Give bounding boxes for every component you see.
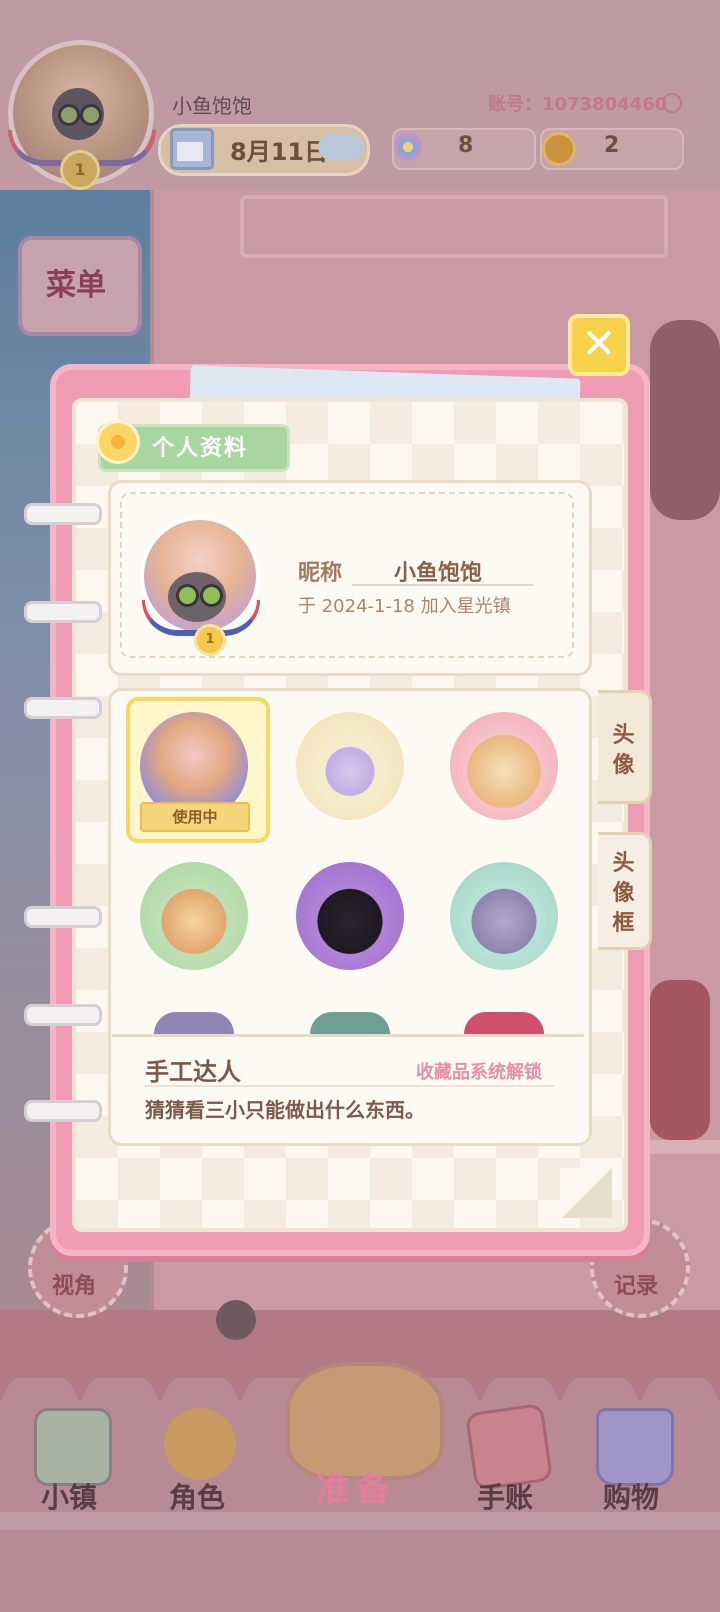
background-molding [240,195,668,258]
character-icon [164,1408,236,1480]
avatar-cell-partial[interactable] [464,1012,544,1034]
background-lantern-decoration [650,980,710,1140]
coin-currency-value: 2 [604,133,620,158]
header-nickname: 小鱼饱饱 [172,94,252,118]
binder-ring [24,601,102,623]
nav-label-character: 角色 [168,1481,225,1514]
nav-label-journal: 手账 [476,1481,533,1514]
close-button[interactable]: ✕ [568,314,630,376]
tab-avatar-frame[interactable]: 头像框 [598,832,652,950]
tab-avatar-frame-label: 头像框 [612,851,635,936]
binder-ring [24,503,102,525]
nickname-label: 昵称 [298,561,343,586]
town-map-icon [34,1408,112,1486]
tab-avatar-label: 头像 [612,723,635,778]
nickname-value[interactable]: 小鱼饱饱 [394,555,482,587]
nav-label-shop: 购物 [602,1481,659,1514]
raccoon-character[interactable] [216,1300,256,1340]
account-id: 账号：1073804460 [488,94,668,115]
avatar-eye-left [58,104,80,126]
menu-label: 菜单 [46,268,106,303]
coin-currency-icon [542,132,576,166]
binder-ring [24,1100,102,1122]
unlock-condition: 收藏品系统解锁 [416,1062,542,1083]
binder-ring [24,697,102,719]
flower-icon [96,420,140,464]
binder-ring [24,906,102,928]
beagle-lollipop-avatar-icon[interactable] [140,862,248,970]
calendar-icon [170,128,214,170]
section-title: 个人资料 [152,436,249,461]
in-use-badge: 使用中 [140,802,250,832]
grey-cat-octopus-avatar-icon[interactable] [450,862,558,970]
avatar-cell-partial[interactable] [154,1012,234,1034]
avatar-eye-right [80,104,102,126]
avatar-cell-partial[interactable] [310,1012,390,1034]
copy-account-icon[interactable] [662,93,682,113]
nav-item-town[interactable]: 小镇 [14,1400,124,1520]
page-curl-decoration [560,1168,612,1218]
shiba-dog-avatar-icon[interactable] [450,712,558,820]
description-divider [112,1034,584,1037]
join-date-text: 于 2024-1-18 加入星光镇 [298,596,511,617]
nav-label-town: 小镇 [40,1481,97,1514]
close-icon: ✕ [581,319,617,368]
nav-label-prepare: 准备 [316,1470,396,1510]
binder-ring [24,1004,102,1026]
avatar-description: 猜猜看三小只能做出什么东西。 [145,1098,425,1122]
nav-item-shop[interactable]: 购物 [576,1400,686,1520]
avatar-medal-icon: 1 [60,150,100,190]
magic-top-hat-avatar-icon[interactable] [296,712,404,820]
flower-currency-value: 8 [458,133,474,158]
view-angle-label: 视角 [51,1274,96,1299]
nav-item-prepare[interactable]: 准备 [262,1356,458,1520]
shopping-bag-icon [596,1408,674,1486]
record-label: 记录 [613,1274,658,1299]
medal-icon: 1 [194,624,226,656]
description-underline [144,1085,554,1087]
black-cat-avatar-icon[interactable] [296,862,404,970]
nav-item-character[interactable]: 角色 [142,1400,252,1520]
weather-cloud-icon [318,134,364,160]
avatar-title: 手工达人 [145,1058,241,1086]
tab-avatar[interactable]: 头像 [598,690,652,804]
date-text: 8月11日 [230,138,329,166]
nickname-underline [352,584,534,586]
nav-item-journal[interactable]: 手账 [450,1400,560,1520]
background-flower-decoration [650,320,720,520]
flower-currency-icon [394,133,422,161]
